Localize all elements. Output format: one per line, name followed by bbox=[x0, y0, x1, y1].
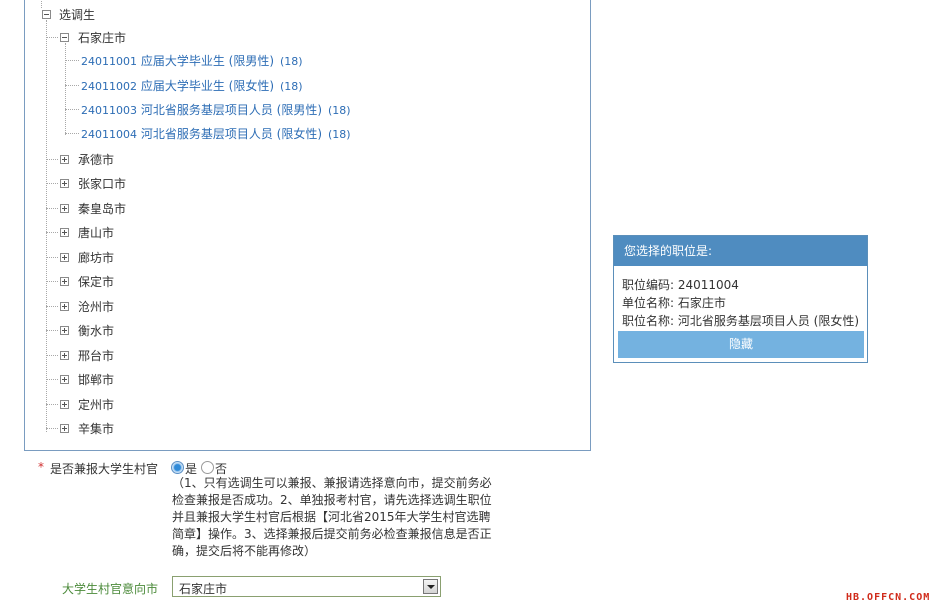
position-count: (18) bbox=[328, 104, 351, 117]
tree-line bbox=[46, 355, 58, 356]
tree-line bbox=[65, 109, 79, 110]
position-leaf[interactable]: 24011003 河北省服务基层项目人员 (限男性) (18) bbox=[81, 103, 351, 118]
position-name: 河北省服务基层项目人员 (限女性) bbox=[140, 127, 323, 141]
expand-icon[interactable] bbox=[60, 400, 69, 409]
tree-line bbox=[46, 37, 58, 38]
expand-icon[interactable] bbox=[60, 351, 69, 360]
collapse-icon[interactable] bbox=[42, 10, 51, 19]
tree-city-label[interactable]: 廊坊市 bbox=[78, 251, 114, 265]
tree-city-label[interactable]: 邯郸市 bbox=[78, 373, 114, 387]
position-leaf[interactable]: 24011004 河北省服务基层项目人员 (限女性) (18) bbox=[81, 127, 351, 142]
position-leaf[interactable]: 24011001 应届大学毕业生 (限男性) (18) bbox=[81, 54, 303, 69]
village-city-value: 石家庄市 bbox=[179, 582, 228, 596]
position-count: (18) bbox=[280, 80, 303, 93]
tree-city-label[interactable]: 秦皇岛市 bbox=[78, 202, 126, 216]
tree-city-label[interactable]: 承德市 bbox=[78, 153, 114, 167]
village-city-label: 大学生村官意向市 bbox=[62, 582, 159, 596]
tree-city-label[interactable]: 邢台市 bbox=[78, 349, 114, 363]
tree-city-label[interactable]: 衡水市 bbox=[78, 324, 114, 338]
tree-line bbox=[46, 428, 58, 429]
panel-name-line: 职位名称: 河北省服务基层项目人员 (限女性) bbox=[622, 314, 860, 328]
tree-line bbox=[46, 20, 47, 432]
tree-line bbox=[46, 232, 58, 233]
expand-icon[interactable] bbox=[60, 204, 69, 213]
expand-icon[interactable] bbox=[60, 375, 69, 384]
position-name: 河北省服务基层项目人员 (限男性) bbox=[140, 103, 323, 117]
expand-icon[interactable] bbox=[60, 277, 69, 286]
village-question-label: 是否兼报大学生村官 bbox=[50, 462, 159, 476]
position-code: 24011004 bbox=[81, 128, 137, 141]
radio-yes[interactable] bbox=[171, 461, 184, 474]
tree-line bbox=[65, 133, 79, 134]
tree-line bbox=[46, 159, 58, 160]
expand-icon[interactable] bbox=[60, 326, 69, 335]
position-name: 应届大学毕业生 (限女性) bbox=[140, 79, 275, 93]
selected-position-panel: 您选择的职位是: 职位编码: 24011004 单位名称: 石家庄市 职位名称:… bbox=[613, 235, 868, 363]
position-tree: 选调生 石家庄市 24011001 应届大学毕业生 (限男性) (18) 2401100… bbox=[24, 0, 591, 451]
village-note: （1、只有选调生可以兼报、兼报请选择意向市，提交前务必检查兼报是否成功。2、单独… bbox=[172, 476, 492, 558]
tree-line bbox=[46, 379, 58, 380]
expand-icon[interactable] bbox=[60, 155, 69, 164]
village-city-select[interactable]: 石家庄市 bbox=[172, 576, 441, 597]
tree-line bbox=[46, 257, 58, 258]
tree-line bbox=[46, 183, 58, 184]
tree-line bbox=[46, 281, 58, 282]
position-code: 24011002 bbox=[81, 80, 137, 93]
tree-line bbox=[46, 306, 58, 307]
tree-line bbox=[65, 60, 79, 61]
tree-city-label[interactable]: 保定市 bbox=[78, 275, 114, 289]
panel-code-line: 职位编码: 24011004 bbox=[622, 278, 739, 292]
tree-city-label[interactable]: 沧州市 bbox=[78, 300, 114, 314]
position-code: 24011003 bbox=[81, 104, 137, 117]
expand-icon[interactable] bbox=[60, 424, 69, 433]
tree-line bbox=[46, 208, 58, 209]
collapse-icon[interactable] bbox=[60, 33, 69, 42]
tree-line bbox=[46, 404, 58, 405]
expand-icon[interactable] bbox=[60, 253, 69, 262]
tree-line bbox=[46, 330, 58, 331]
position-count: (18) bbox=[280, 55, 303, 68]
position-leaf[interactable]: 24011002 应届大学毕业生 (限女性) (18) bbox=[81, 79, 303, 94]
tree-line bbox=[65, 85, 79, 86]
panel-title: 您选择的职位是: bbox=[614, 236, 867, 266]
tree-city-label[interactable]: 辛集市 bbox=[78, 422, 114, 436]
tree-root-label[interactable]: 选调生 bbox=[59, 8, 95, 22]
position-count: (18) bbox=[328, 128, 351, 141]
radio-no[interactable] bbox=[201, 461, 214, 474]
expand-icon[interactable] bbox=[60, 179, 69, 188]
required-mark: * bbox=[38, 460, 44, 474]
site-watermark: HB.OFFCN.COM bbox=[846, 592, 931, 603]
expand-icon[interactable] bbox=[60, 302, 69, 311]
expand-icon[interactable] bbox=[60, 228, 69, 237]
tree-city-label[interactable]: 石家庄市 bbox=[78, 31, 126, 45]
hide-button[interactable]: 隐藏 bbox=[618, 331, 864, 358]
position-code: 24011001 bbox=[81, 55, 137, 68]
position-name: 应届大学毕业生 (限男性) bbox=[140, 54, 275, 68]
chevron-down-icon[interactable] bbox=[423, 579, 438, 594]
tree-city-label[interactable]: 张家口市 bbox=[78, 177, 126, 191]
tree-line bbox=[65, 43, 66, 135]
tree-line bbox=[41, 0, 42, 8]
tree-city-label[interactable]: 定州市 bbox=[78, 398, 114, 412]
tree-city-label[interactable]: 唐山市 bbox=[78, 226, 114, 240]
panel-unit-line: 单位名称: 石家庄市 bbox=[622, 296, 726, 310]
